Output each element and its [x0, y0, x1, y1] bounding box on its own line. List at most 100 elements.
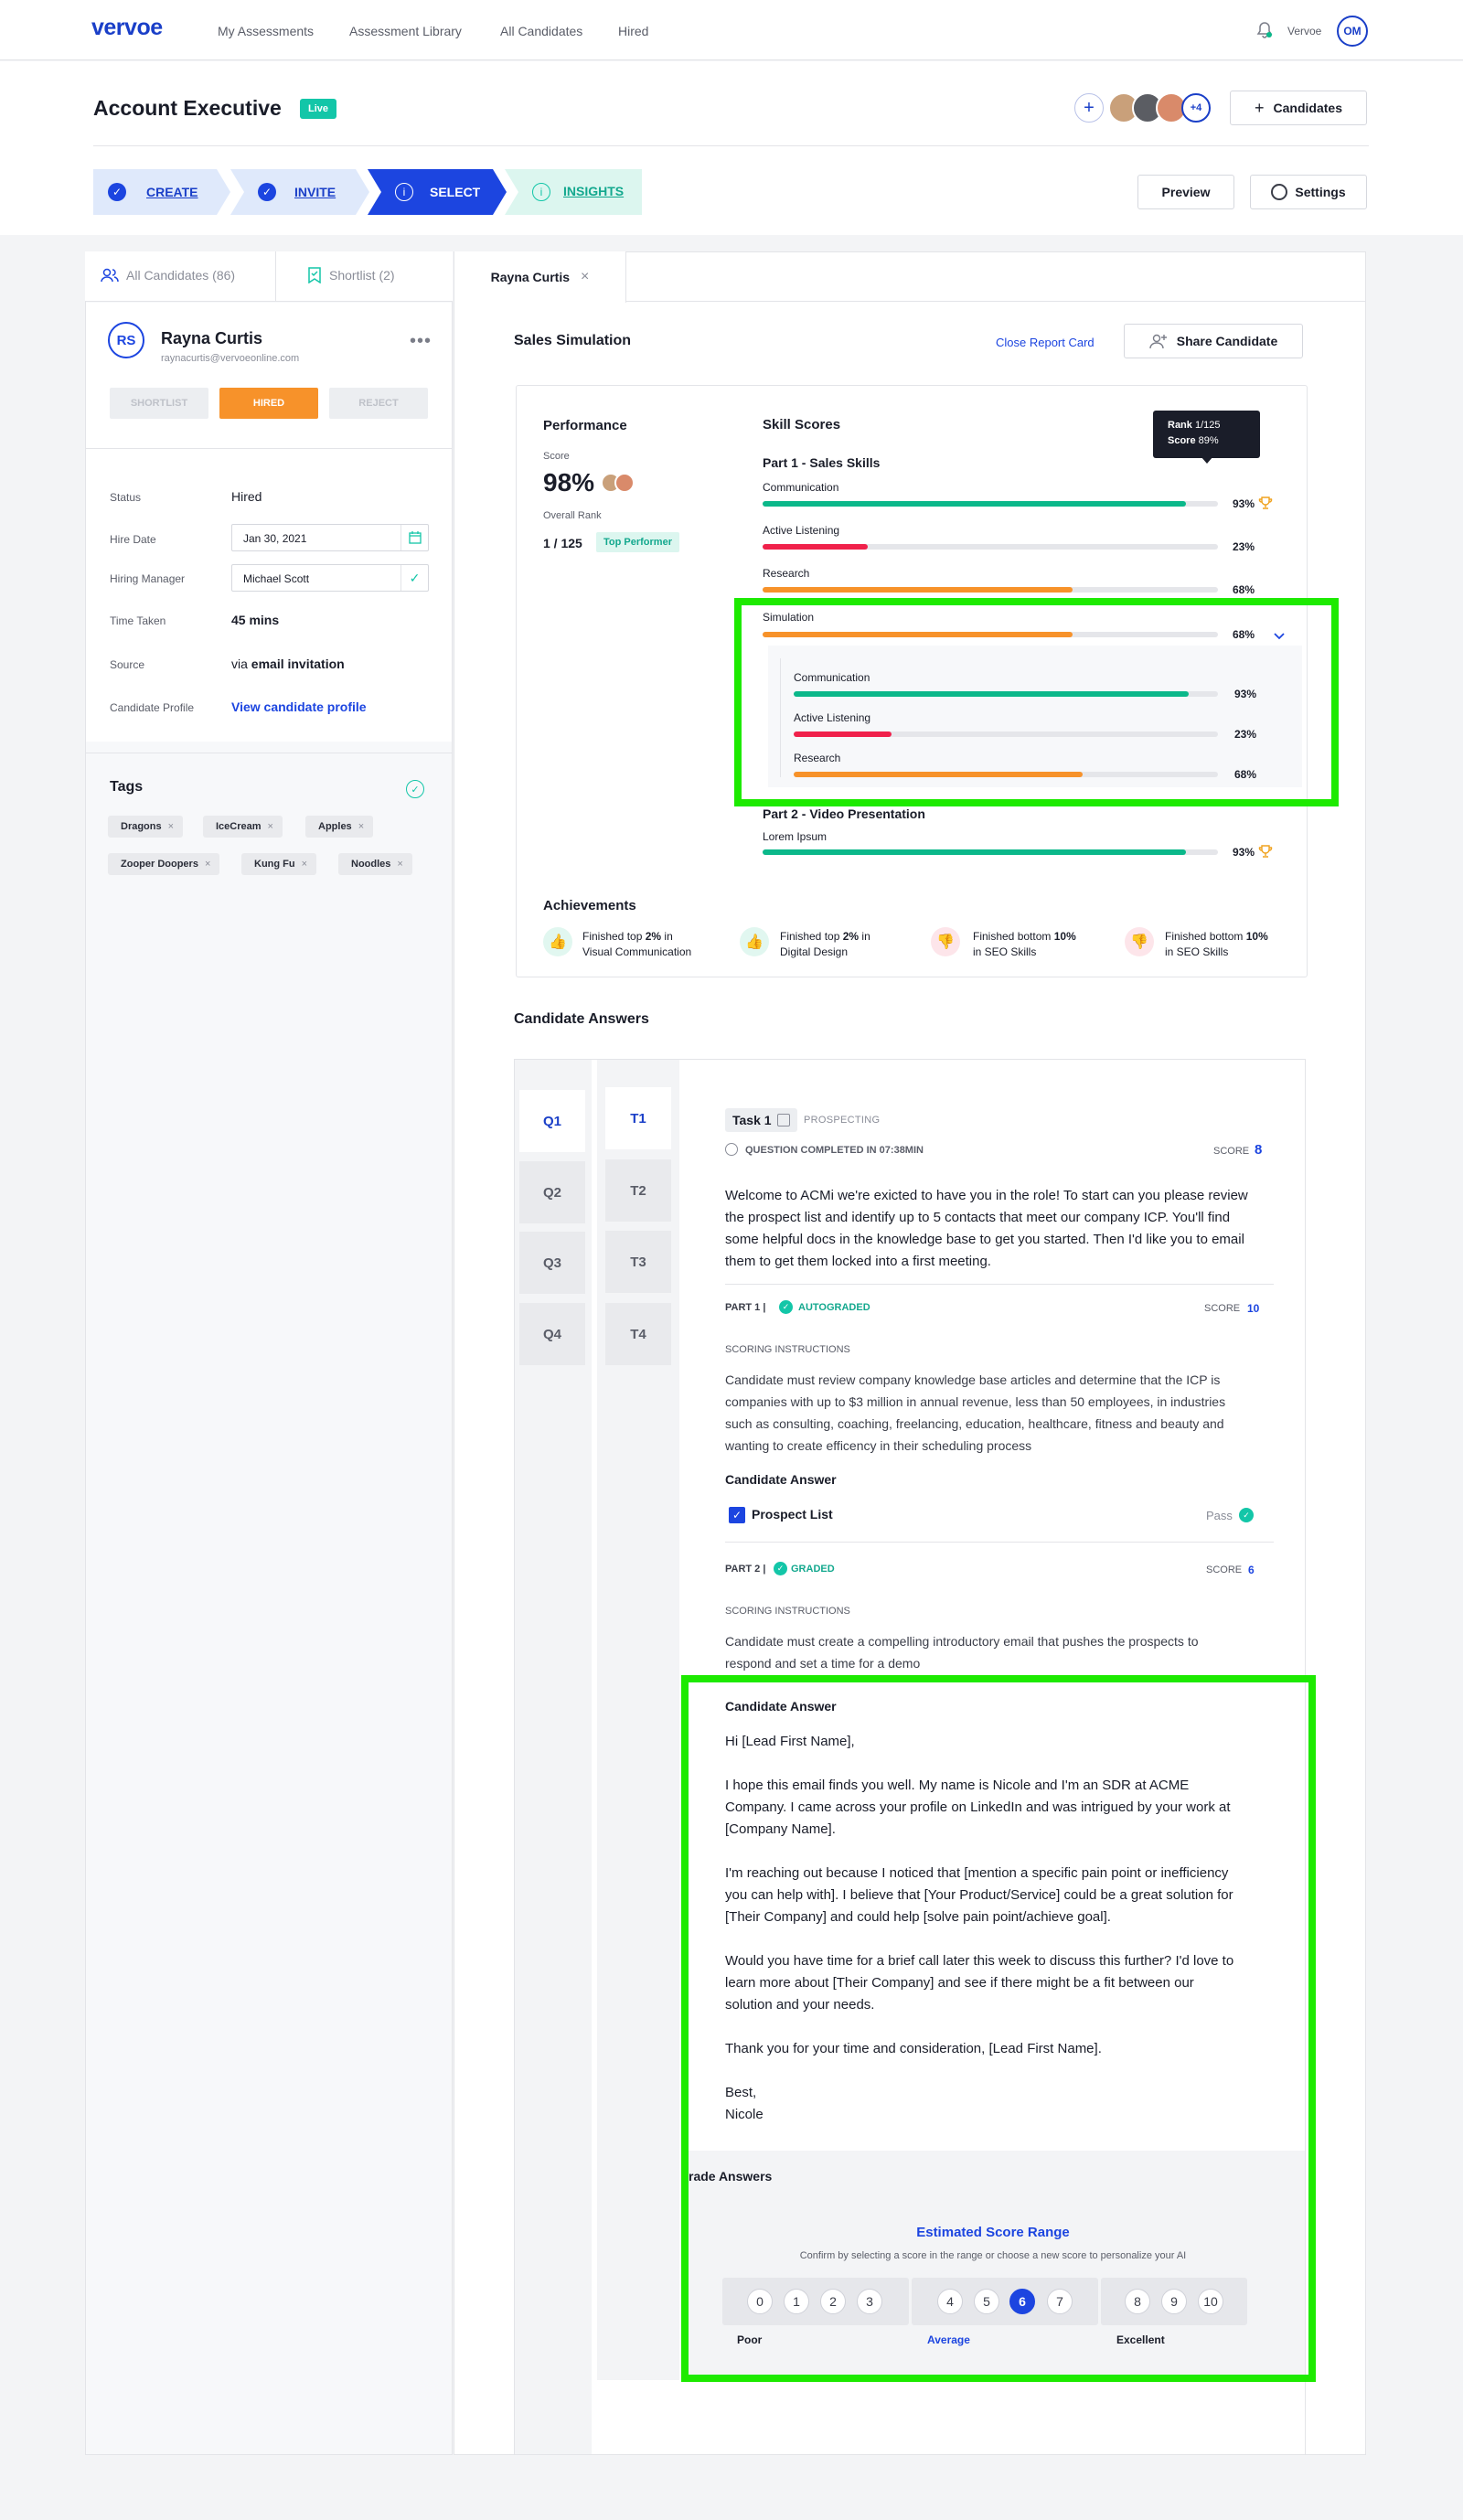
achievements-title: Achievements	[543, 898, 636, 913]
skill-label: Research	[763, 567, 810, 580]
tag[interactable]: Zooper Doopers ×	[108, 853, 220, 875]
step-select[interactable]: i SELECT	[368, 169, 507, 215]
notification-bell-icon[interactable]	[1255, 20, 1275, 40]
add-collaborator-button[interactable]: +	[1074, 93, 1104, 123]
achievement-text: Finished bottom 10% in SEO Skills	[1165, 929, 1268, 960]
completed-text: QUESTION COMPLETED IN 07:38MIN	[745, 1145, 924, 1156]
settings-button[interactable]: Settings	[1250, 175, 1367, 209]
candidates-button-label: Candidates	[1273, 101, 1342, 115]
user-name: Vervoe	[1287, 25, 1322, 37]
preview-button[interactable]: Preview	[1137, 175, 1234, 209]
edit-tags-icon[interactable]: ✓	[406, 780, 424, 798]
task-tab[interactable]: T1	[605, 1087, 671, 1149]
more-options-icon[interactable]: •••	[410, 331, 432, 352]
achievement-line: in SEO Skills	[1165, 945, 1229, 958]
achievement-percent: 2%	[645, 930, 662, 943]
check-circle-icon: ✓	[1239, 1508, 1254, 1522]
score-label: SCORE	[1213, 1146, 1250, 1157]
prospect-list-checkbox[interactable]: ✓	[729, 1507, 745, 1523]
nav-link-hired[interactable]: Hired	[618, 24, 648, 38]
overall-rank-label: Overall Rank	[543, 510, 602, 521]
close-report-card-link[interactable]: Close Report Card	[996, 336, 1095, 349]
skill-bar-fill	[763, 544, 868, 550]
achievement-line: Finished bottom	[1165, 930, 1246, 943]
question-tab[interactable]: Q1	[519, 1090, 585, 1152]
instruction-line: companies with up to $3 million in annua…	[725, 1394, 1226, 1409]
remove-tag-icon[interactable]: ×	[302, 859, 307, 870]
reject-button[interactable]: REJECT	[329, 388, 428, 419]
tab-all-candidates[interactable]: All Candidates (86)	[101, 267, 235, 283]
share-candidate-button[interactable]: Share Candidate	[1124, 324, 1303, 358]
calendar-icon[interactable]	[400, 525, 428, 550]
tab-rayna-curtis[interactable]: Rayna Curtis ×	[454, 251, 626, 303]
task-tab[interactable]: T2	[605, 1159, 671, 1222]
candidates-button[interactable]: + Candidates	[1230, 91, 1367, 125]
step-create[interactable]: ✓ CREATE	[93, 169, 230, 215]
part2-score-label: SCORE	[1206, 1564, 1243, 1575]
tooltip-rank-row: Rank 1/125	[1168, 418, 1260, 433]
thumbs-up-icon: 👍	[543, 927, 572, 956]
avatar-more-count[interactable]: +4	[1181, 93, 1211, 123]
tag[interactable]: Noodles ×	[338, 853, 412, 875]
user-avatar[interactable]: OM	[1337, 16, 1368, 47]
tag[interactable]: Dragons ×	[108, 816, 184, 838]
info-circle-icon: i	[395, 183, 413, 201]
part2-title: Part 2 - Video Presentation	[763, 806, 925, 821]
skill-bar	[763, 849, 1218, 855]
check-circle-icon: ✓	[779, 1300, 793, 1314]
task-tab[interactable]: T4	[605, 1303, 671, 1365]
candidate-answer-label: Candidate Answer	[725, 1472, 837, 1487]
tab-shortlist[interactable]: Shortlist (2)	[307, 267, 395, 283]
nav-link-all-candidates[interactable]: All Candidates	[500, 24, 582, 38]
step-insights-label: INSIGHTS	[563, 184, 625, 198]
time-taken-label: Time Taken	[110, 614, 166, 627]
close-icon[interactable]: ×	[581, 269, 589, 285]
step-insights[interactable]: i INSIGHTS	[505, 169, 644, 215]
hiring-manager-field[interactable]: Michael Scott ✓	[231, 564, 429, 592]
skill-bar	[763, 501, 1218, 507]
gear-icon	[1271, 184, 1288, 200]
divider	[725, 1542, 1274, 1543]
achievement-line: in SEO Skills	[973, 945, 1037, 958]
achievement-line: Finished top	[582, 930, 646, 943]
achievement-text: Finished top 2% in Visual Communication	[582, 929, 691, 960]
nav-link-assessment-library[interactable]: Assessment Library	[349, 24, 462, 38]
achievement-percent: 2%	[842, 930, 860, 943]
remove-tag-icon[interactable]: ×	[358, 821, 364, 832]
step-invite[interactable]: ✓ INVITE	[230, 169, 369, 215]
task-tab[interactable]: T3	[605, 1231, 671, 1293]
task-category: PROSPECTING	[804, 1115, 881, 1126]
instruction-line: Candidate must review company knowledge …	[725, 1372, 1221, 1387]
candidate-email: raynacurtis@vervoeonline.com	[161, 353, 300, 364]
candidate-card	[86, 303, 452, 742]
source-value: via email invitation	[231, 657, 345, 671]
avatar	[614, 473, 635, 493]
achievement-percent: 10%	[1245, 930, 1268, 943]
nav-link-my-assessments[interactable]: My Assessments	[218, 24, 314, 38]
tag-label: Kung Fu	[254, 859, 295, 870]
status-badge: Live	[300, 99, 337, 119]
shortlist-button[interactable]: SHORTLIST	[110, 388, 208, 419]
question-tab[interactable]: Q4	[519, 1303, 585, 1365]
tag[interactable]: Kung Fu ×	[241, 853, 317, 875]
view-candidate-profile-link[interactable]: View candidate profile	[231, 699, 367, 714]
tag[interactable]: Apples ×	[305, 816, 374, 838]
top-performer-badge: Top Performer	[596, 532, 679, 552]
remove-tag-icon[interactable]: ×	[205, 859, 210, 870]
plus-icon: +	[1255, 98, 1265, 117]
achievement-line: in	[859, 930, 870, 943]
task-badge: Task 1	[725, 1108, 797, 1132]
tag[interactable]: IceCream ×	[203, 816, 283, 838]
remove-tag-icon[interactable]: ×	[397, 859, 402, 870]
hire-date-field[interactable]: Jan 30, 2021	[231, 524, 429, 551]
question-tab[interactable]: Q2	[519, 1161, 585, 1223]
instruction-line: wanting to create efficency in their sch…	[725, 1438, 1032, 1453]
source-method: email invitation	[251, 657, 345, 671]
remove-tag-icon[interactable]: ×	[168, 821, 174, 832]
remove-tag-icon[interactable]: ×	[268, 821, 273, 832]
question-tab[interactable]: Q3	[519, 1232, 585, 1294]
hired-button[interactable]: HIRED	[219, 388, 318, 419]
vervoe-logo[interactable]: vervoe	[91, 15, 163, 41]
settings-button-label: Settings	[1295, 185, 1346, 199]
share-candidate-label: Share Candidate	[1176, 334, 1278, 348]
